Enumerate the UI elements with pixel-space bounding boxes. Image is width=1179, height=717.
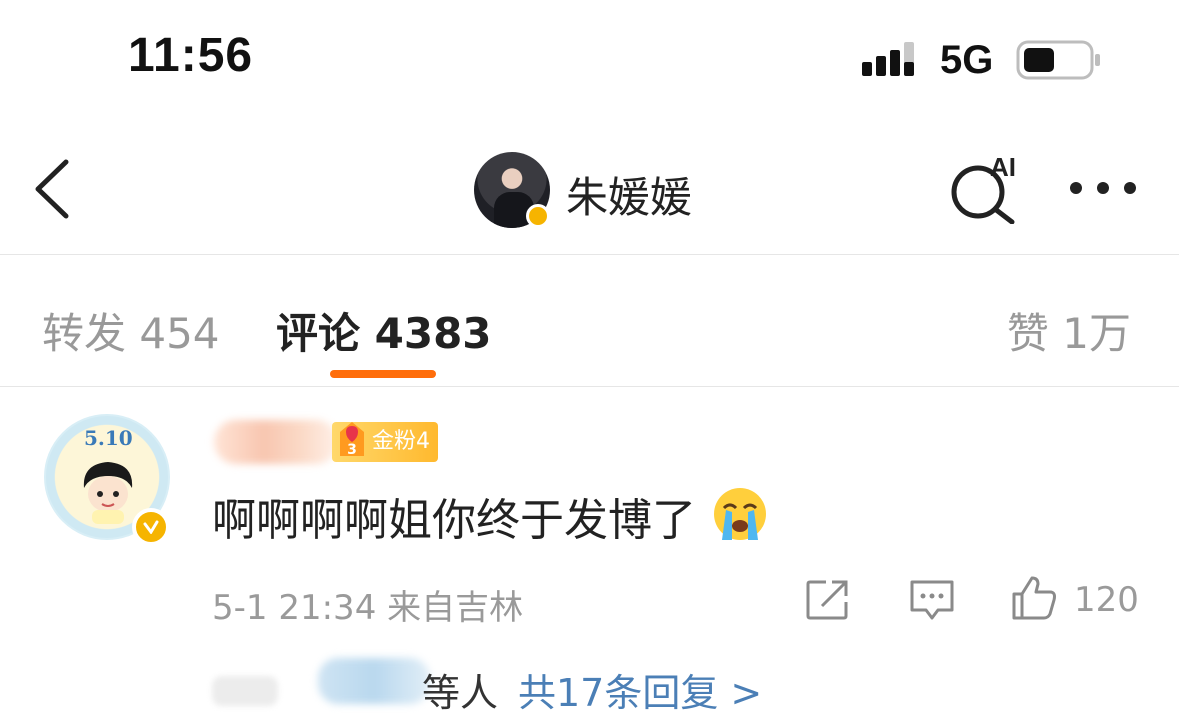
avatar-date-label: 5.10 xyxy=(84,426,133,450)
tabs-divider xyxy=(0,386,1179,387)
reply-icon[interactable] xyxy=(908,578,956,622)
status-time: 11:56 xyxy=(128,29,254,82)
replies-suffix: 等人 xyxy=(422,671,499,715)
back-icon[interactable] xyxy=(30,156,78,222)
more-icon[interactable] xyxy=(1068,180,1138,196)
ai-search-icon[interactable]: AI xyxy=(946,150,1026,224)
battery-icon xyxy=(1016,40,1100,80)
tab-active-indicator xyxy=(330,370,436,378)
comment-meta: 5-1 21:34 来自吉林 xyxy=(212,588,524,628)
signal-icon xyxy=(862,42,914,76)
header-username[interactable]: 朱媛媛 xyxy=(566,164,692,225)
ai-label: AI xyxy=(990,152,1016,182)
blurred-username[interactable] xyxy=(214,420,338,464)
like-count: 120 xyxy=(1074,580,1139,620)
comment-text: 啊啊啊啊姐你终于发博了 xyxy=(212,495,696,546)
view-replies-link[interactable]: 共17条回复 > xyxy=(518,662,762,717)
tab-reposts[interactable]: 转发 454 xyxy=(42,300,220,361)
svg-text:3: 3 xyxy=(347,442,357,458)
blurred-replier[interactable] xyxy=(318,658,430,704)
blurred-replier xyxy=(212,676,278,706)
tab-comments[interactable]: 评论 4383 xyxy=(276,300,492,361)
header-divider xyxy=(0,254,1179,255)
network-type: 5G xyxy=(940,38,994,82)
share-icon[interactable] xyxy=(804,578,852,620)
crying-emoji-icon xyxy=(714,488,766,540)
like-icon[interactable] xyxy=(1010,574,1058,622)
verify-icon xyxy=(526,204,550,228)
tab-likes[interactable]: 赞 1万 xyxy=(1007,300,1131,361)
fan-badge-icon: 3 xyxy=(340,422,364,458)
avatar-cartoon-face xyxy=(83,462,133,524)
verify-icon xyxy=(132,508,170,546)
